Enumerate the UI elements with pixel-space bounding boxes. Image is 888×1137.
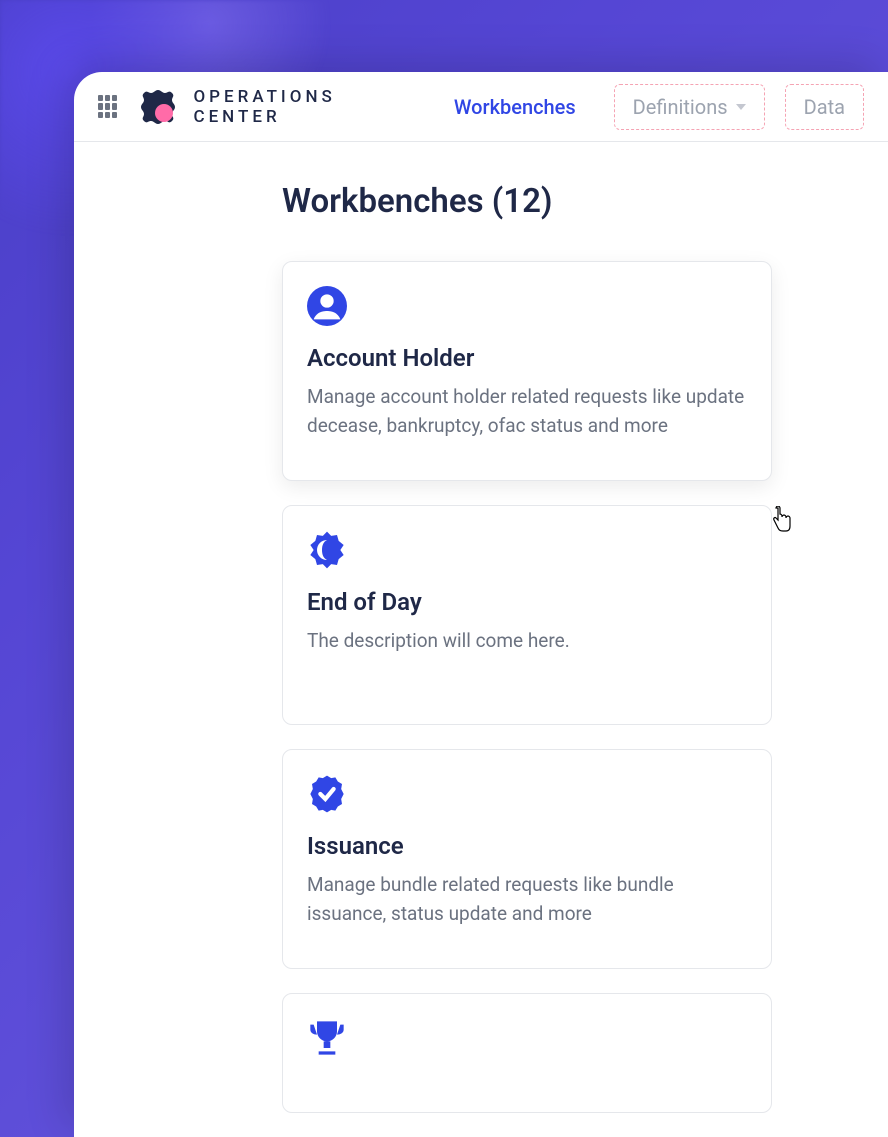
- person-circle-icon: [307, 286, 347, 326]
- brand[interactable]: OPERATIONS CENTER: [137, 86, 375, 128]
- card-title: End of Day: [307, 588, 747, 616]
- card-issuance[interactable]: Issuance Manage bundle related requests …: [282, 749, 772, 969]
- nav-label: Data: [804, 95, 845, 119]
- card-title: Account Holder: [307, 344, 747, 372]
- card-desc: The description will come here.: [307, 626, 747, 655]
- card-desc: Manage account holder related requests l…: [307, 382, 747, 441]
- top-nav: Workbenches Definitions Data: [436, 84, 864, 130]
- card-grid: Account Holder Manage account holder rel…: [282, 261, 888, 1137]
- brand-text: OPERATIONS CENTER: [193, 87, 375, 127]
- logo-icon: [137, 86, 179, 128]
- card-account-holder[interactable]: Account Holder Manage account holder rel…: [282, 261, 772, 481]
- chevron-down-icon: [736, 104, 746, 110]
- card-desc: Manage bundle related requests like bund…: [307, 870, 747, 929]
- trophy-icon: [307, 1018, 347, 1058]
- page-title: Workbenches (12): [282, 182, 888, 221]
- content: Workbenches (12) Account Holder Manage a…: [74, 142, 888, 1137]
- nav-label: Definitions: [633, 95, 728, 119]
- brightness-icon: [307, 530, 347, 570]
- topbar: OPERATIONS CENTER Workbenches Definition…: [74, 72, 888, 142]
- nav-label: Workbenches: [454, 95, 576, 119]
- cursor-hand-icon: [769, 506, 793, 534]
- app-window: OPERATIONS CENTER Workbenches Definition…: [74, 72, 888, 1137]
- nav-data[interactable]: Data: [785, 84, 864, 130]
- apps-grid-icon[interactable]: [98, 95, 117, 119]
- nav-workbenches[interactable]: Workbenches: [436, 85, 594, 129]
- card-title: Issuance: [307, 832, 747, 860]
- card-trophy[interactable]: [282, 993, 772, 1113]
- verified-icon: [307, 774, 347, 814]
- nav-definitions[interactable]: Definitions: [614, 84, 765, 130]
- card-end-of-day[interactable]: End of Day The description will come her…: [282, 505, 772, 725]
